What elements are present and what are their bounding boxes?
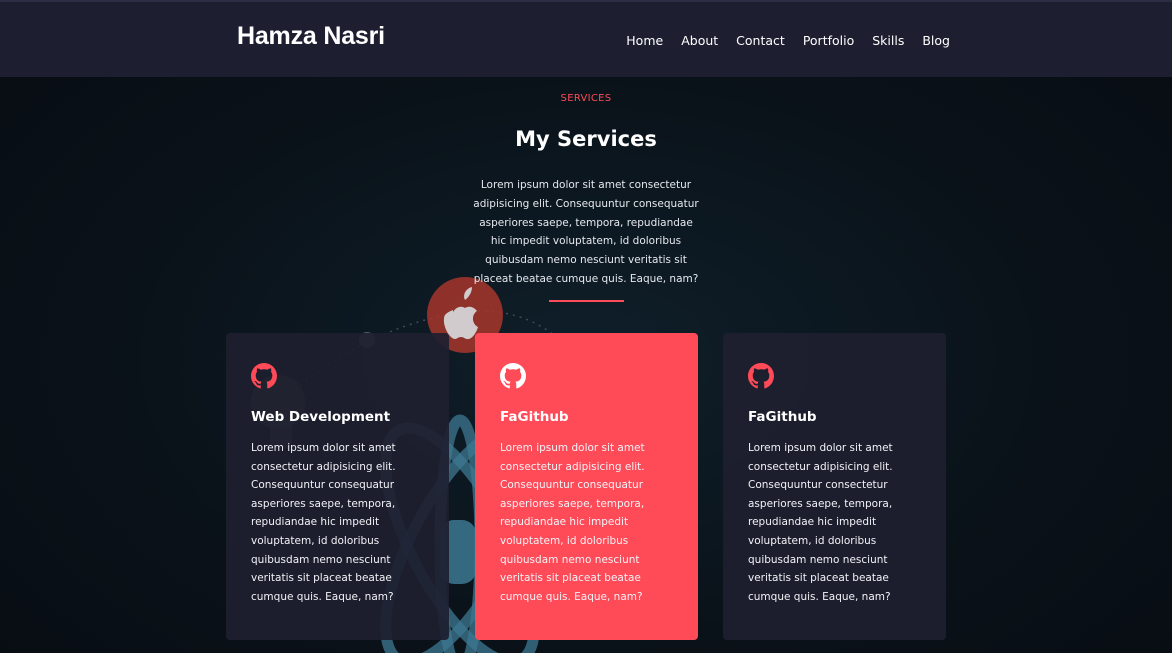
nav-link-home[interactable]: Home [626, 33, 663, 48]
nav-link-portfolio[interactable]: Portfolio [803, 33, 854, 48]
main-nav: Home About Contact Portfolio Skills Blog [626, 33, 950, 48]
section-intro: Lorem ipsum dolor sit amet consectetur a… [473, 179, 699, 285]
card-title: FaGithub [748, 409, 817, 425]
github-icon [251, 363, 277, 389]
github-icon [500, 363, 526, 389]
nav-link-about[interactable]: About [681, 33, 718, 48]
apple-icon [443, 287, 478, 340]
section-eyebrow: SERVICES [560, 93, 612, 104]
card-text: Lorem ipsum dolor sit amet consectetur a… [748, 442, 893, 603]
card-title: FaGithub [500, 409, 569, 425]
service-card-github[interactable]: FaGithub Lorem ipsum dolor sit amet cons… [723, 333, 946, 640]
nav-link-skills[interactable]: Skills [872, 33, 904, 48]
card-text: Lorem ipsum dolor sit amet consectetur a… [251, 442, 396, 603]
brand-logo[interactable]: Hamza Nasri [237, 22, 385, 51]
card-title: Web Development [251, 409, 391, 425]
section-title: My Services [515, 127, 657, 151]
github-icon [748, 363, 774, 389]
navbar: Hamza Nasri Home About Contact Portfolio… [0, 0, 1172, 77]
service-card-github-active[interactable]: FaGithub Lorem ipsum dolor sit amet cons… [475, 333, 698, 640]
title-underline [549, 300, 624, 302]
service-card-web-development[interactable]: Web Development Lorem ipsum dolor sit am… [226, 333, 449, 640]
services-page: Hamza Nasri Home About Contact Portfolio… [0, 0, 1172, 653]
nav-link-contact[interactable]: Contact [736, 33, 785, 48]
nav-link-blog[interactable]: Blog [922, 33, 950, 48]
card-text: Lorem ipsum dolor sit amet consectetur a… [500, 442, 645, 603]
